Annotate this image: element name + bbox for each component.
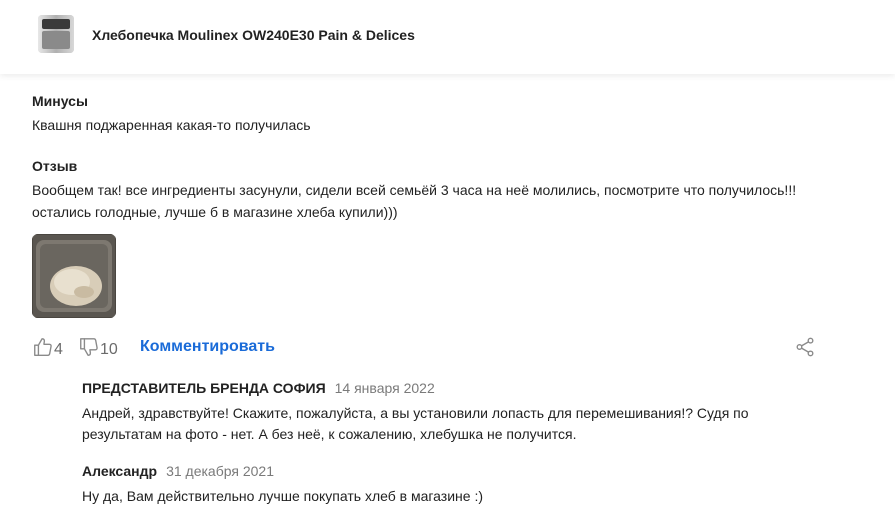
- dislike-button[interactable]: 10: [78, 336, 118, 363]
- comment-date: 31 декабря 2021: [166, 463, 274, 479]
- comment-text-line-2: результатам на фото - нет. А без неё, к …: [82, 426, 577, 442]
- comment-date: 14 января 2022: [334, 380, 435, 396]
- cons-text: Квашня поджаренная какая-то получилась: [32, 117, 311, 133]
- review-text-line-1: Вообщем так! все ингредиенты засунули, с…: [32, 182, 797, 198]
- comment-author: ПРЕДСТАВИТЕЛЬ БРЕНДА СОФИЯ: [82, 380, 326, 396]
- comment-button[interactable]: Комментировать: [140, 338, 275, 356]
- review-label: Отзыв: [32, 158, 78, 174]
- like-count: 4: [54, 340, 63, 358]
- review-actions: 4 10 Комментировать: [32, 336, 822, 360]
- thumbs-up-icon: [32, 336, 54, 363]
- review-photo[interactable]: [32, 234, 116, 318]
- review-text-line-2: остались голодные, лучше б в магазине хл…: [32, 204, 398, 220]
- like-button[interactable]: 4: [32, 336, 63, 363]
- share-icon[interactable]: [794, 336, 816, 358]
- product-title[interactable]: Хлебопечка Moulinex OW240E30 Pain & Deli…: [92, 27, 415, 43]
- comment-author: Александр: [82, 463, 158, 479]
- comment-header: Александр 31 декабря 2021: [82, 463, 782, 479]
- comment-item: Александр 31 декабря 2021 Ну да, Вам дей…: [82, 463, 782, 507]
- comment-header: ПРЕДСТАВИТЕЛЬ БРЕНДА СОФИЯ 14 января 202…: [82, 380, 782, 396]
- cons-label: Минусы: [32, 93, 88, 109]
- dislike-count: 10: [100, 340, 118, 358]
- comment-text-line-1: Ну да, Вам действительно лучше покупать …: [82, 488, 484, 504]
- bread-maker-thumbnail[interactable]: [35, 11, 77, 57]
- comment-text: Ну да, Вам действительно лучше покупать …: [82, 486, 782, 507]
- product-header: Хлебопечка Moulinex OW240E30 Pain & Deli…: [0, 0, 895, 74]
- comment-text-line-1: Андрей, здравствуйте! Скажите, пожалуйст…: [82, 405, 749, 421]
- comment-text: Андрей, здравствуйте! Скажите, пожалуйст…: [82, 403, 782, 445]
- thumbs-down-icon: [78, 336, 100, 363]
- comment-item: ПРЕДСТАВИТЕЛЬ БРЕНДА СОФИЯ 14 января 202…: [82, 380, 782, 445]
